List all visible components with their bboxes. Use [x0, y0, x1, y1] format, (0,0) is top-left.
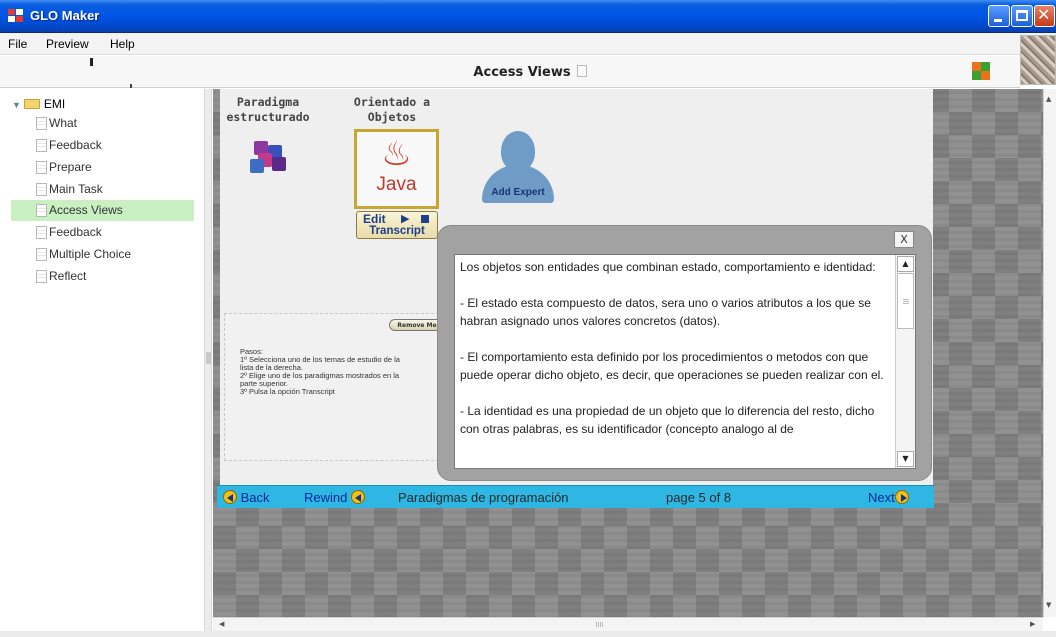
tree-item-label: What: [49, 116, 78, 130]
back-arrow-icon: [223, 490, 237, 504]
rewind-button[interactable]: Rewind: [304, 490, 365, 505]
page-icon: [36, 117, 47, 130]
lesson-nav-bar: Back Rewind Paradigmas de programación p…: [217, 485, 934, 508]
page-icon: [576, 65, 587, 77]
tree-item-what[interactable]: What: [11, 113, 194, 134]
divider-handle[interactable]: [206, 352, 211, 364]
scroll-up-icon[interactable]: ▲: [1046, 95, 1051, 103]
page-icon: [36, 226, 47, 239]
page-header: Access Views: [0, 56, 1020, 88]
transcript-popup: X Los objetos son entidades que combinan…: [437, 225, 932, 481]
lesson-title: Paradigmas de programación: [398, 490, 569, 505]
page-icon: [36, 161, 47, 174]
instructions-text: Pasos: 1º Selecciona uno de los temas de…: [240, 348, 400, 396]
tree-item-label: Multiple Choice: [49, 247, 132, 261]
tree-root[interactable]: ▼ EMI: [12, 97, 65, 111]
stop-icon[interactable]: [421, 215, 429, 223]
scroll-up-icon[interactable]: ▲: [897, 256, 914, 272]
close-icon: ✕: [1037, 5, 1051, 24]
tree-item-label: Reflect: [49, 269, 87, 283]
split-pane-divider[interactable]: [204, 89, 212, 637]
expand-arrow-icon[interactable]: ▼: [12, 100, 21, 110]
transcript-scrollbar[interactable]: ▲ ▼: [895, 255, 915, 468]
tree-item-feedback[interactable]: Feedback: [11, 135, 194, 156]
menu-bar: File Preview Help: [0, 33, 1056, 55]
tree-item-prepare[interactable]: Prepare: [11, 157, 194, 178]
color-palette-icon[interactable]: [972, 62, 990, 80]
minimize-button[interactable]: [988, 5, 1010, 27]
tree-item-multiple-choice[interactable]: Multiple Choice: [11, 244, 194, 265]
transcript-paragraph: - El estado esta compuesto de datos, ser…: [460, 296, 871, 328]
ruler-marker: [130, 84, 132, 88]
tree-item-label: Main Task: [49, 182, 103, 196]
tree-item-label: Prepare: [49, 160, 92, 174]
tree-item-access-views[interactable]: Access Views: [11, 200, 194, 221]
play-icon[interactable]: ▶: [401, 212, 409, 225]
rewind-arrow-icon: [350, 490, 365, 504]
edit-button[interactable]: Edit: [363, 212, 386, 226]
back-button[interactable]: Back: [223, 490, 270, 505]
java-label: Java: [376, 174, 417, 195]
page-indicator: page 5 of 8: [666, 490, 732, 505]
close-button[interactable]: ✕: [1034, 5, 1055, 27]
transcript-paragraph: - El comportamiento esta definido por lo…: [460, 350, 884, 382]
transcript-paragraph: - La identidad es una propiedad de un ob…: [460, 404, 875, 436]
content-horizontal-scrollbar[interactable]: ◀ ▶: [213, 617, 1043, 631]
folder-icon: [23, 99, 40, 109]
menu-help[interactable]: Help: [110, 37, 135, 51]
page-title: Access Views: [473, 65, 571, 80]
tree-root-label: EMI: [43, 97, 66, 111]
page-icon: [36, 204, 47, 217]
maximize-button[interactable]: [1011, 5, 1033, 27]
menu-preview[interactable]: Preview: [46, 37, 89, 51]
scroll-thumb[interactable]: [596, 622, 604, 627]
transcript-paragraph: Los objetos son entidades que combinan e…: [460, 260, 876, 274]
scroll-down-icon[interactable]: ▼: [1046, 601, 1051, 609]
next-button[interactable]: Next: [868, 490, 909, 505]
tree-item-feedback-2[interactable]: Feedback: [11, 222, 194, 243]
instructions-box: Remove Me Pasos: 1º Selecciona uno de lo…: [224, 313, 445, 461]
transcript-button[interactable]: Transcript: [357, 225, 437, 237]
transcript-text-area[interactable]: Los objetos son entidades que combinan e…: [454, 254, 916, 469]
menu-file[interactable]: File: [8, 37, 27, 51]
page-icon: [36, 248, 47, 261]
cubes-icon[interactable]: [250, 139, 290, 175]
add-expert-label: Add Expert: [491, 187, 545, 198]
scroll-left-icon[interactable]: ◀: [219, 620, 224, 628]
window-title-bar: GLO Maker ✕: [0, 0, 1056, 33]
app-icon: [8, 9, 24, 23]
java-icon[interactable]: ♨ Java: [354, 129, 439, 209]
window-bottom-edge: [0, 631, 1056, 637]
window-title: GLO Maker: [30, 8, 100, 23]
tree-item-main-task[interactable]: Main Task: [11, 179, 194, 200]
tree-item-reflect[interactable]: Reflect: [11, 266, 194, 287]
paradigm-oo-label[interactable]: Orientado a Objetos: [348, 95, 436, 125]
tree-item-label: Access Views: [49, 203, 123, 217]
add-expert-button[interactable]: Add Expert: [482, 131, 554, 203]
paradigm-structured-label[interactable]: Paradigma estructurado: [224, 95, 312, 125]
page-icon: [36, 270, 47, 283]
scroll-down-icon[interactable]: ▼: [897, 451, 914, 467]
next-arrow-icon: [894, 490, 909, 504]
sidebar-tree: ▼ EMI What Feedback Prepare Main Task Acc…: [0, 89, 204, 637]
edit-transcript-tag[interactable]: Edit ▶ Transcript: [356, 211, 438, 239]
scroll-right-icon[interactable]: ▶: [1030, 620, 1035, 628]
page-icon: [36, 183, 47, 196]
popup-close-button[interactable]: X: [894, 231, 914, 248]
tree-item-label: Feedback: [49, 138, 102, 152]
scroll-thumb[interactable]: [897, 273, 914, 329]
tree-item-label: Feedback: [49, 225, 102, 239]
content-vertical-scrollbar[interactable]: ▲ ▼: [1043, 89, 1056, 617]
page-icon: [36, 139, 47, 152]
